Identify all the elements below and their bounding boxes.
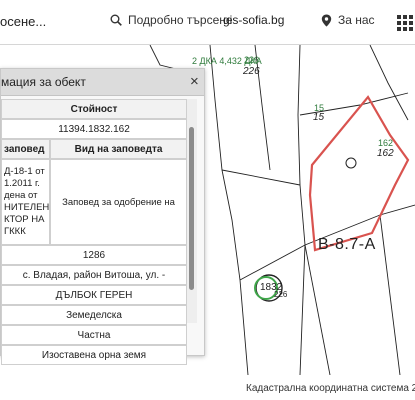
parcel-boundary [308, 95, 410, 252]
table-cell: 11394.1832.162 [1, 119, 187, 139]
area-small-text: 2 ДКА 4,432 ДКА [192, 56, 262, 66]
parcel-label: 162 [378, 138, 394, 148]
site-name-link[interactable]: gis-sofia.bg [223, 13, 284, 27]
table-cell: ДЪЛБОК ГЕРЕН [1, 285, 187, 305]
zone-label: В-8.7-А [318, 236, 376, 253]
page-title-fragment: осене... [0, 14, 47, 29]
table-cell: Изоставена орна земя [1, 345, 187, 365]
table-cell: с. Владая, район Витоша, ул. - [1, 265, 187, 285]
object-info-panel: мация за обект × Стойност 11394.1832.162… [0, 68, 205, 365]
advanced-search-label: Подробно търсене [128, 13, 233, 27]
panel-title: мация за обект [1, 75, 86, 89]
search-icon [110, 14, 122, 26]
status-bar: Кадастрална координатна система 2 [0, 375, 415, 400]
table-header-order-type: Вид на заповедта [50, 139, 187, 159]
panel-header: мация за обект × [1, 69, 204, 96]
apps-grid-icon[interactable] [397, 15, 413, 31]
coordinate-system-label: Кадастрална координатна система 2 [246, 383, 415, 394]
close-icon[interactable]: × [190, 73, 199, 90]
parcel-label: 226 [243, 66, 260, 77]
top-bar: осене... Подробно търсене gis-sofia.bg З… [0, 0, 415, 45]
about-label: За нас [338, 13, 375, 27]
table-cell: Заповед за одобрение на КККР [50, 159, 187, 294]
parcel-label: 15 [313, 112, 325, 123]
table-cell: 1286 [1, 245, 187, 265]
about-link[interactable]: За нас [321, 13, 375, 27]
table-cell: Земеделска [1, 305, 187, 325]
location-pin-icon [321, 14, 332, 27]
parcel-label: 226 [274, 290, 288, 299]
scrollbar-thumb[interactable] [189, 127, 194, 290]
table-header-value: Стойност [1, 99, 187, 119]
table-cell: Д-18-1 от 1.2011 г. дена от НИТЕЛЕН КТОР… [1, 159, 50, 245]
table-cell: Частна [1, 325, 187, 345]
parcel-label: 162 [377, 148, 394, 159]
advanced-search-link[interactable]: Подробно търсене [110, 13, 233, 27]
table-header-order: заповед [1, 139, 50, 159]
